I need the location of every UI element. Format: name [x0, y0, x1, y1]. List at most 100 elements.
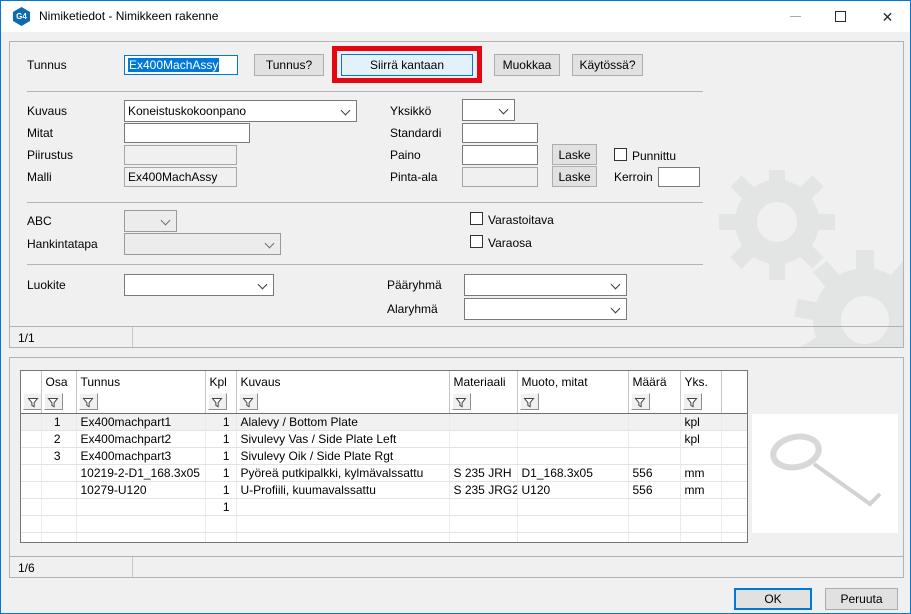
cell-kpl[interactable]: 1 — [205, 413, 236, 430]
cancel-button[interactable]: Peruuta — [825, 588, 898, 610]
cell-yks[interactable]: mm — [680, 464, 721, 481]
cell-muoto[interactable] — [517, 413, 628, 430]
cell-kpl[interactable]: 1 — [205, 481, 236, 498]
muokkaa-button[interactable]: Muokkaa — [494, 54, 560, 76]
filter-icon[interactable] — [683, 393, 702, 410]
cell-maara[interactable]: 556 — [628, 481, 680, 498]
cell-kuvaus[interactable]: Pyöreä putkipalkki, kylmävalssattu — [236, 464, 449, 481]
cell-osa[interactable] — [41, 498, 76, 515]
tunnus-input[interactable]: Ex400MachAssy — [124, 55, 238, 75]
col-kpl[interactable]: Kpl — [205, 371, 236, 391]
cell-materiaali[interactable] — [449, 498, 517, 515]
cell-yks[interactable]: mm — [680, 481, 721, 498]
kuvaus-combobox[interactable]: Koneistuskokoonpano — [124, 100, 357, 122]
cell-tunnus[interactable]: 10279-U120 — [76, 481, 205, 498]
cell-materiaali[interactable] — [449, 430, 517, 447]
cell-muoto[interactable]: U120 — [517, 481, 628, 498]
cell-kuvaus[interactable] — [236, 498, 449, 515]
cell-tunnus[interactable]: Ex400machpart1 — [76, 413, 205, 430]
cell-maara[interactable] — [628, 498, 680, 515]
cell-tunnus[interactable] — [76, 498, 205, 515]
filter-icon[interactable] — [208, 393, 227, 410]
cell-muoto[interactable]: D1_168.3x05 — [517, 464, 628, 481]
kerroin-input[interactable] — [658, 167, 700, 187]
cell-osa[interactable] — [41, 481, 76, 498]
laske-pintaala-button[interactable]: Laske — [552, 166, 597, 187]
cell-kuvaus[interactable]: Alalevy / Bottom Plate — [236, 413, 449, 430]
cell-kuvaus[interactable]: Sivulevy Oik / Side Plate Rgt — [236, 447, 449, 464]
filter-icon[interactable] — [23, 393, 41, 410]
paaryhma-combobox[interactable] — [464, 274, 627, 296]
cell-osa[interactable]: 1 — [41, 413, 76, 430]
table-row[interactable]: 2Ex400machpart21Sivulevy Vas / Side Plat… — [21, 430, 747, 447]
cell-kuvaus[interactable]: U-Profiili, kuumavalssattu — [236, 481, 449, 498]
cell-kpl[interactable]: 1 — [205, 498, 236, 515]
filter-icon[interactable] — [452, 393, 471, 410]
table-row[interactable]: 3Ex400machpart31Sivulevy Oik / Side Plat… — [21, 447, 747, 464]
col-kuvaus[interactable]: Kuvaus — [236, 371, 449, 391]
row-selector-cell[interactable] — [21, 498, 41, 515]
cell-maara[interactable] — [628, 430, 680, 447]
row-selector-cell[interactable] — [21, 430, 41, 447]
table-row[interactable]: 1Ex400machpart11Alalevy / Bottom Platekp… — [21, 413, 747, 430]
filter-icon[interactable] — [631, 393, 650, 410]
filter-icon[interactable] — [520, 393, 539, 410]
laske-paino-button[interactable]: Laske — [552, 144, 597, 165]
filter-icon[interactable] — [79, 393, 98, 410]
cell-materiaali[interactable] — [449, 447, 517, 464]
tunnus-query-button[interactable]: Tunnus? — [254, 54, 324, 76]
standardi-input[interactable] — [462, 123, 538, 143]
cell-muoto[interactable] — [517, 498, 628, 515]
yksikko-combobox[interactable] — [462, 99, 515, 121]
cell-yks[interactable] — [680, 447, 721, 464]
varastoitava-checkbox[interactable] — [470, 212, 483, 225]
cell-muoto[interactable] — [517, 447, 628, 464]
col-muoto[interactable]: Muoto, mitat — [517, 371, 628, 391]
row-selector-cell[interactable] — [21, 447, 41, 464]
cell-tunnus[interactable]: Ex400machpart2 — [76, 430, 205, 447]
col-tunnus[interactable]: Tunnus — [76, 371, 205, 391]
col-osa[interactable]: Osa — [41, 371, 76, 391]
mitat-input[interactable] — [124, 123, 250, 143]
cell-yks[interactable] — [680, 498, 721, 515]
cell-tunnus[interactable]: 10219-2-D1_168.3x05 — [76, 464, 205, 481]
minimize-button[interactable] — [773, 1, 818, 32]
cell-kpl[interactable]: 1 — [205, 464, 236, 481]
luokite-combobox[interactable] — [124, 274, 274, 296]
filter-icon[interactable] — [44, 393, 63, 410]
cell-osa[interactable] — [41, 464, 76, 481]
cell-kuvaus[interactable]: Sivulevy Vas / Side Plate Left — [236, 430, 449, 447]
cell-osa[interactable]: 2 — [41, 430, 76, 447]
cell-osa[interactable]: 3 — [41, 447, 76, 464]
varaosa-checkbox[interactable] — [470, 235, 483, 248]
cell-materiaali[interactable]: S 235 JRH — [449, 464, 517, 481]
title-bar[interactable]: G4 Nimiketiedot - Nimikkeen rakenne ✕ — [1, 1, 910, 32]
cell-materiaali[interactable]: S 235 JRG2 — [449, 481, 517, 498]
col-yks[interactable]: Yks. — [680, 371, 721, 391]
col-maara[interactable]: Määrä — [628, 371, 680, 391]
close-button[interactable]: ✕ — [865, 1, 910, 32]
cell-maara[interactable] — [628, 447, 680, 464]
cell-tunnus[interactable]: Ex400machpart3 — [76, 447, 205, 464]
filter-icon[interactable] — [239, 393, 258, 410]
ok-button[interactable]: OK — [734, 588, 812, 610]
col-materiaali[interactable]: Materiaali — [449, 371, 517, 391]
abc-combobox[interactable] — [124, 210, 177, 232]
paino-input[interactable] — [462, 145, 538, 165]
kaytossa-button[interactable]: Käytössä? — [572, 54, 643, 76]
punnittu-checkbox[interactable] — [614, 148, 627, 161]
cell-muoto[interactable] — [517, 430, 628, 447]
cell-maara[interactable]: 556 — [628, 464, 680, 481]
row-selector-cell[interactable] — [21, 413, 41, 430]
hankintatapa-combobox[interactable] — [124, 233, 281, 255]
cell-kpl[interactable]: 1 — [205, 447, 236, 464]
table-row[interactable]: 1 — [21, 498, 747, 515]
alaryhma-combobox[interactable] — [464, 298, 627, 320]
cell-kpl[interactable]: 1 — [205, 430, 236, 447]
maximize-button[interactable] — [818, 1, 863, 32]
table-row[interactable]: 10219-2-D1_168.3x051Pyöreä putkipalkki, … — [21, 464, 747, 481]
table-row[interactable]: 10279-U1201U-Profiili, kuumavalssattuS 2… — [21, 481, 747, 498]
siirra-kantaan-button[interactable]: Siirrä kantaan — [341, 54, 473, 76]
cell-materiaali[interactable] — [449, 413, 517, 430]
cell-yks[interactable]: kpl — [680, 430, 721, 447]
